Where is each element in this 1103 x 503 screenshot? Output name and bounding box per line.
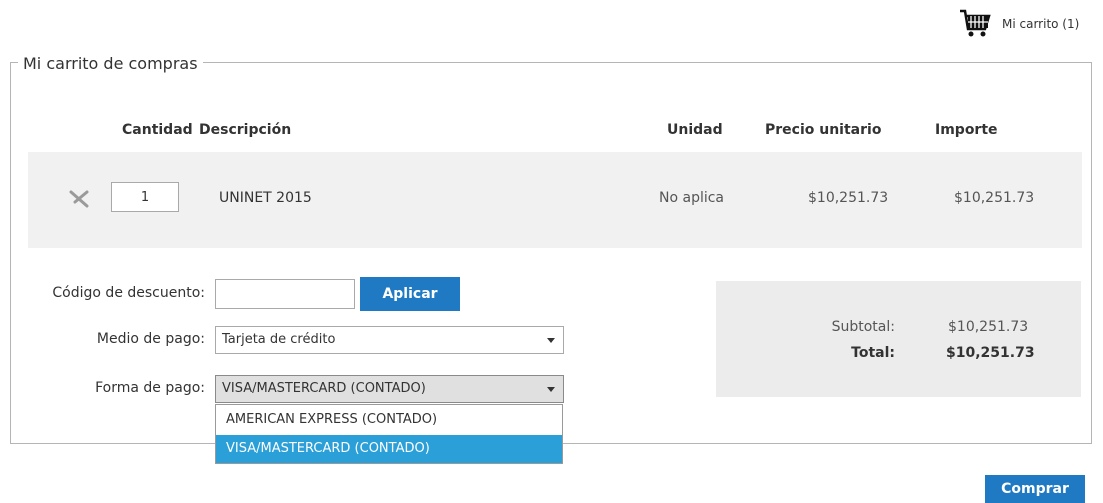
payment-form-option-visa[interactable]: VISA/MASTERCARD (CONTADO) bbox=[216, 435, 562, 463]
payment-method-label: Medio de pago: bbox=[96, 331, 205, 347]
chevron-down-icon bbox=[547, 387, 555, 392]
payment-form-dropdown: AMERICAN EXPRESS (CONTADO) VISA/MASTERCA… bbox=[215, 404, 563, 464]
total-label: Total: bbox=[851, 345, 895, 361]
payment-form-select[interactable]: VISA/MASTERCARD (CONTADO) bbox=[215, 375, 564, 403]
buy-button[interactable]: Comprar bbox=[985, 475, 1085, 503]
payment-form-option-amex[interactable]: AMERICAN EXPRESS (CONTADO) bbox=[216, 406, 562, 434]
discount-code-input[interactable] bbox=[215, 279, 355, 309]
shopping-cart-icon bbox=[960, 9, 991, 37]
quantity-input[interactable] bbox=[111, 182, 179, 212]
item-description: UNINET 2015 bbox=[219, 190, 312, 206]
subtotal-label: Subtotal: bbox=[831, 319, 895, 335]
column-header-description: Descripción bbox=[199, 122, 292, 138]
payment-form-value: VISA/MASTERCARD (CONTADO) bbox=[222, 381, 426, 396]
column-header-amount: Importe bbox=[935, 122, 998, 138]
cart-count-label[interactable]: Mi carrito (1) bbox=[1002, 17, 1079, 31]
payment-method-select[interactable]: Tarjeta de crédito bbox=[215, 326, 564, 354]
chevron-down-icon bbox=[547, 338, 555, 343]
table-row bbox=[28, 152, 1082, 248]
payment-form-label: Forma de pago: bbox=[95, 380, 205, 396]
cart-panel-title: Mi carrito de compras bbox=[18, 55, 203, 73]
item-amount: $10,251.73 bbox=[954, 190, 1035, 206]
apply-discount-button[interactable]: Aplicar bbox=[360, 277, 460, 311]
column-header-unit-price: Precio unitario bbox=[765, 122, 882, 138]
remove-item-icon[interactable] bbox=[67, 188, 91, 212]
column-header-quantity: Cantidad bbox=[122, 122, 193, 138]
column-header-unit: Unidad bbox=[667, 122, 723, 138]
header-cart-link[interactable]: Mi carrito (1) bbox=[958, 6, 1079, 42]
payment-method-value: Tarjeta de crédito bbox=[222, 332, 336, 347]
item-unit: No aplica bbox=[659, 190, 725, 206]
subtotal-value: $10,251.73 bbox=[948, 319, 1029, 335]
totals-panel bbox=[716, 281, 1081, 397]
total-value: $10,251.73 bbox=[946, 345, 1035, 361]
item-unit-price: $10,251.73 bbox=[808, 190, 889, 206]
discount-code-label: Código de descuento: bbox=[52, 285, 205, 301]
